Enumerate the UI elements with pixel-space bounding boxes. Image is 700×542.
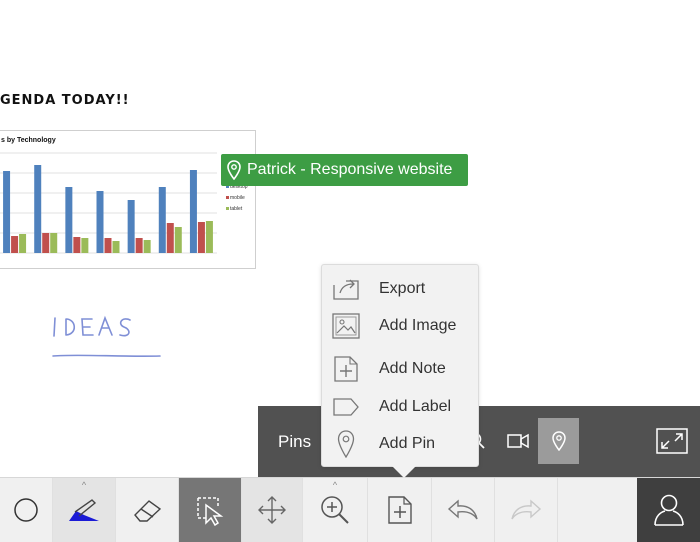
- chart-bar-mobile: [135, 238, 143, 253]
- bar-chart: desktopmobiletablet: [0, 152, 248, 254]
- pin-icon: [332, 430, 360, 458]
- legend-label: mobile: [230, 195, 245, 201]
- menu-label-add-image: Add Image: [379, 317, 457, 334]
- chevron-up-icon: ^: [81, 480, 87, 490]
- chart-bar-desktop: [96, 191, 104, 253]
- chart-bar-tablet: [19, 234, 27, 253]
- chart-bar-mobile: [104, 238, 112, 253]
- legend-swatch: [226, 207, 229, 210]
- zoom-in-icon: [321, 496, 349, 524]
- eraser-tool-button[interactable]: [116, 478, 179, 542]
- chart-bar-desktop: [65, 187, 73, 253]
- chart-bar-mobile: [11, 236, 19, 253]
- pin-icon: [227, 160, 241, 180]
- location-pins-button[interactable]: [538, 418, 579, 464]
- pin-icon: [551, 431, 566, 451]
- fullscreen-button[interactable]: [650, 421, 694, 461]
- menu-item-add-pin[interactable]: Add Pin: [322, 426, 480, 462]
- eraser-icon: [134, 500, 162, 522]
- video-icon: [506, 433, 529, 449]
- chart-bar-mobile: [197, 222, 205, 253]
- undo-icon: [447, 499, 478, 520]
- menu-label-add-note: Add Note: [379, 360, 446, 377]
- add-note-icon: [387, 496, 412, 524]
- chart-bar-tablet: [50, 233, 58, 253]
- redo-icon: [511, 499, 542, 520]
- chart-bar-tablet: [143, 240, 151, 253]
- label-icon: [332, 393, 360, 421]
- add-tool-button[interactable]: [368, 478, 432, 542]
- export-icon: [332, 275, 360, 303]
- chart-bar-desktop: [189, 170, 197, 253]
- zoom-tool-button[interactable]: ^: [303, 478, 368, 542]
- chevron-up-icon: ^: [332, 480, 338, 490]
- menu-label-add-pin: Add Pin: [379, 435, 436, 452]
- menu-item-add-note[interactable]: Add Note: [322, 351, 480, 387]
- select-icon: [197, 497, 224, 526]
- pen-tool-button[interactable]: ^: [53, 478, 116, 542]
- menu-item-add-image[interactable]: Add Image: [322, 308, 480, 344]
- chart-bar-mobile: [42, 233, 50, 253]
- legend-swatch: [226, 196, 229, 199]
- chart-bar-tablet: [174, 227, 182, 253]
- image-icon: [332, 312, 360, 340]
- circle-icon: [14, 498, 38, 522]
- move-tool-button[interactable]: [242, 478, 303, 542]
- legend-label: tablet: [230, 206, 243, 212]
- chart-bar-tablet: [112, 241, 120, 253]
- add-menu-popup: Export Add Image Add Note Add Label Add …: [321, 264, 479, 467]
- chart-bar-tablet: [81, 238, 89, 253]
- ideas-handwriting: [52, 315, 161, 358]
- chart-bar-desktop: [3, 171, 11, 253]
- chart-bar-mobile: [73, 237, 81, 253]
- pin-label-text: Patrick - Responsive website: [247, 161, 453, 178]
- move-icon: [258, 496, 286, 524]
- bottom-toolbar: ^ ^: [0, 477, 700, 542]
- expand-icon: [656, 428, 688, 454]
- menu-item-export[interactable]: Export: [322, 271, 480, 307]
- user-button[interactable]: [637, 478, 700, 542]
- menu-item-add-label[interactable]: Add Label: [322, 389, 480, 425]
- pen-icon: [69, 499, 99, 521]
- note-icon: [332, 355, 360, 383]
- redo-button[interactable]: [495, 478, 558, 542]
- user-icon: [653, 494, 684, 526]
- chart-bar-mobile: [166, 223, 174, 253]
- select-tool-button[interactable]: [179, 478, 242, 542]
- menu-pointer: [392, 466, 416, 478]
- circle-tool-button[interactable]: [0, 478, 53, 542]
- video-pins-button[interactable]: [497, 418, 538, 464]
- pins-title: Pins: [278, 432, 312, 451]
- chart-bar-desktop: [158, 187, 166, 253]
- chart-image[interactable]: desktop mobile tablet s by Technology: [0, 130, 256, 269]
- undo-button[interactable]: [432, 478, 495, 542]
- chart-bar-desktop: [127, 200, 135, 253]
- menu-label-add-label: Add Label: [379, 398, 452, 415]
- agenda-heading: GENDA TODAY!!: [0, 93, 130, 108]
- chart-bar-tablet: [205, 221, 213, 253]
- chart-title: s by Technology: [1, 137, 56, 144]
- menu-label-export: Export: [379, 280, 426, 297]
- pin-label[interactable]: Patrick - Responsive website: [221, 154, 468, 186]
- chart-bar-desktop: [34, 165, 42, 253]
